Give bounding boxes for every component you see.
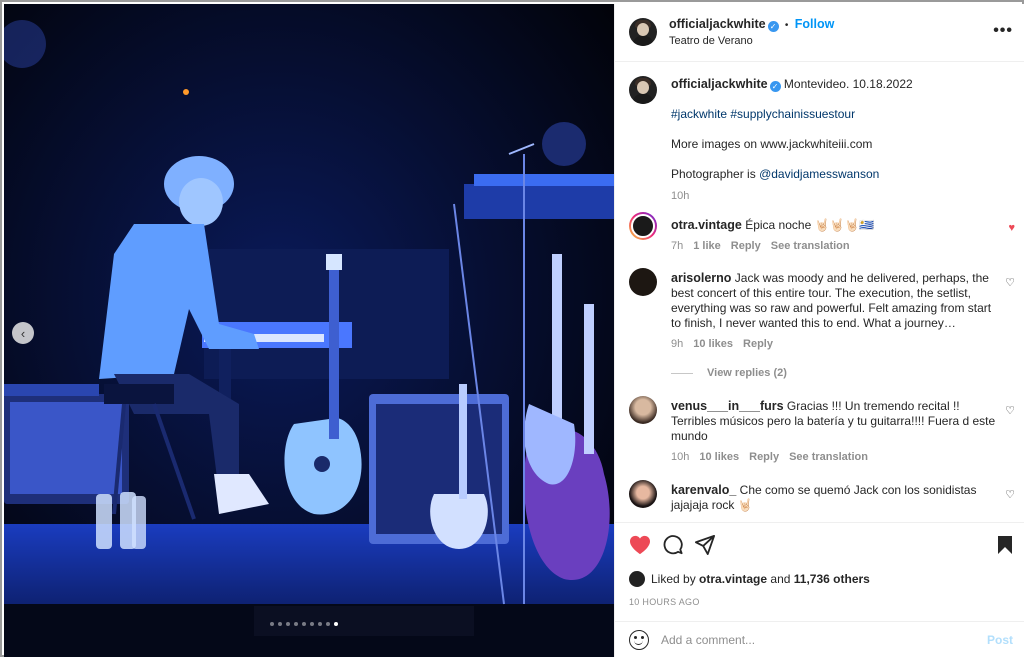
comment-username[interactable]: otra.vintage	[671, 218, 742, 232]
author-avatar[interactable]	[629, 18, 657, 46]
verified-badge-icon: ✓	[769, 81, 781, 92]
carousel-dot	[286, 622, 290, 626]
carousel-indicator	[270, 622, 338, 626]
comment-username[interactable]: arisolerno	[671, 271, 731, 285]
reply-button[interactable]: Reply	[749, 451, 779, 463]
carousel-dot	[326, 622, 330, 626]
carousel-dot	[318, 622, 322, 626]
more-options-icon[interactable]: •••	[993, 22, 1013, 40]
caption-photographer: Photographer is @davidjamesswanson	[671, 167, 1001, 182]
commenter-avatar[interactable]	[629, 268, 657, 296]
comment-like-heart-icon[interactable]: ♡	[1005, 276, 1015, 289]
caption-text: Montevideo. 10.18.2022	[783, 77, 913, 91]
likes-count-link[interactable]: 11,736 others	[794, 572, 870, 586]
comment-like-heart-icon[interactable]: ♡	[1005, 404, 1015, 417]
comment-meta: 9h 10 likes Reply	[671, 337, 1001, 352]
commenter-avatar[interactable]	[629, 212, 657, 240]
concert-photo-illustration	[4, 4, 614, 657]
comment-like-heart-icon[interactable]: ♡	[1005, 488, 1015, 501]
see-translation-button[interactable]: See translation	[771, 240, 850, 252]
liked-by-user[interactable]: otra.vintage	[699, 572, 767, 586]
photographer-handle-link[interactable]: @davidjamesswanson	[759, 167, 879, 181]
comment-meta: 7h 1 like Reply See translation	[671, 239, 1001, 254]
post-photo[interactable]: ‹	[4, 4, 614, 657]
post-details-panel: officialjackwhite ✓ • Follow Teatro de Ve…	[614, 4, 1024, 657]
post-timestamp: 10 HOURS AGO	[629, 597, 700, 607]
liked-by-and: and	[770, 572, 791, 586]
caption-author-avatar[interactable]	[629, 76, 657, 104]
add-comment-bar: Add a comment... Post	[615, 621, 1024, 657]
caption-hashtags[interactable]: #jackwhite #supplychainissuestour	[671, 107, 1001, 122]
comment-input[interactable]: Add a comment...	[661, 633, 755, 647]
comment-username[interactable]: karenvalo_	[671, 483, 736, 497]
caption-time: 10h	[671, 190, 690, 202]
carousel-dot	[278, 622, 282, 626]
verified-badge-icon: ✓	[767, 21, 779, 32]
comment-time: 10h	[671, 451, 690, 463]
caption-photographer-prefix: Photographer is	[671, 167, 760, 181]
see-translation-button[interactable]: See translation	[789, 451, 868, 463]
like-heart-icon[interactable]	[629, 535, 651, 555]
carousel-dot	[334, 622, 338, 626]
post-button[interactable]: Post	[987, 633, 1013, 647]
previous-image-button[interactable]: ‹	[12, 322, 34, 344]
location-link[interactable]: Teatro de Verano	[669, 35, 834, 47]
comment-meta: 10h 10 likes Reply See translation	[671, 450, 1001, 465]
save-bookmark-icon[interactable]	[997, 535, 1013, 555]
commenter-avatar[interactable]	[629, 480, 657, 508]
comment-icon[interactable]	[663, 535, 683, 555]
comment-time: 9h	[671, 338, 684, 350]
carousel-dot	[310, 622, 314, 626]
comment-likes[interactable]: 10 likes	[699, 451, 739, 463]
share-icon[interactable]	[695, 535, 715, 555]
emoji-icon[interactable]	[629, 630, 649, 650]
separator: •	[784, 20, 789, 31]
carousel-dot	[294, 622, 298, 626]
author-info: officialjackwhite ✓ • Follow Teatro de Ve…	[669, 17, 834, 47]
post-window: ‹ officialjackwhite ✓ • Follow Teatro de …	[0, 0, 1024, 657]
reply-button[interactable]: Reply	[731, 240, 761, 252]
comment-likes[interactable]: 1 like	[693, 240, 721, 252]
comment-username[interactable]: venus___in___furs	[671, 399, 784, 413]
liked-by: Liked by otra.vintage and 11,736 others	[629, 571, 870, 587]
caption-line: More images on www.jackwhiteiii.com	[671, 137, 873, 151]
liked-by-prefix: Liked by	[651, 572, 696, 586]
follow-button[interactable]: Follow	[795, 17, 835, 31]
caption-username[interactable]: officialjackwhite	[671, 77, 768, 91]
carousel-dot	[270, 622, 274, 626]
comment-likes[interactable]: 10 likes	[693, 338, 733, 350]
post-header: officialjackwhite ✓ • Follow Teatro de Ve…	[615, 4, 1024, 62]
author-username[interactable]: officialjackwhite	[669, 17, 766, 31]
commenter-avatar[interactable]	[629, 396, 657, 424]
liked-by-avatar	[629, 571, 645, 587]
view-replies-button[interactable]: View replies (2)	[671, 366, 1001, 381]
comments-list[interactable]: officialjackwhite ✓ Montevideo. 10.18.202…	[615, 62, 1024, 522]
comment-like-heart-icon[interactable]: ♥	[1008, 222, 1015, 234]
carousel-dot	[302, 622, 306, 626]
comment-time: 7h	[671, 240, 684, 252]
reply-button[interactable]: Reply	[743, 338, 773, 350]
comment-text: Épica noche 🤘🏻🤘🏻🤘🏻🇺🇾	[745, 218, 875, 232]
